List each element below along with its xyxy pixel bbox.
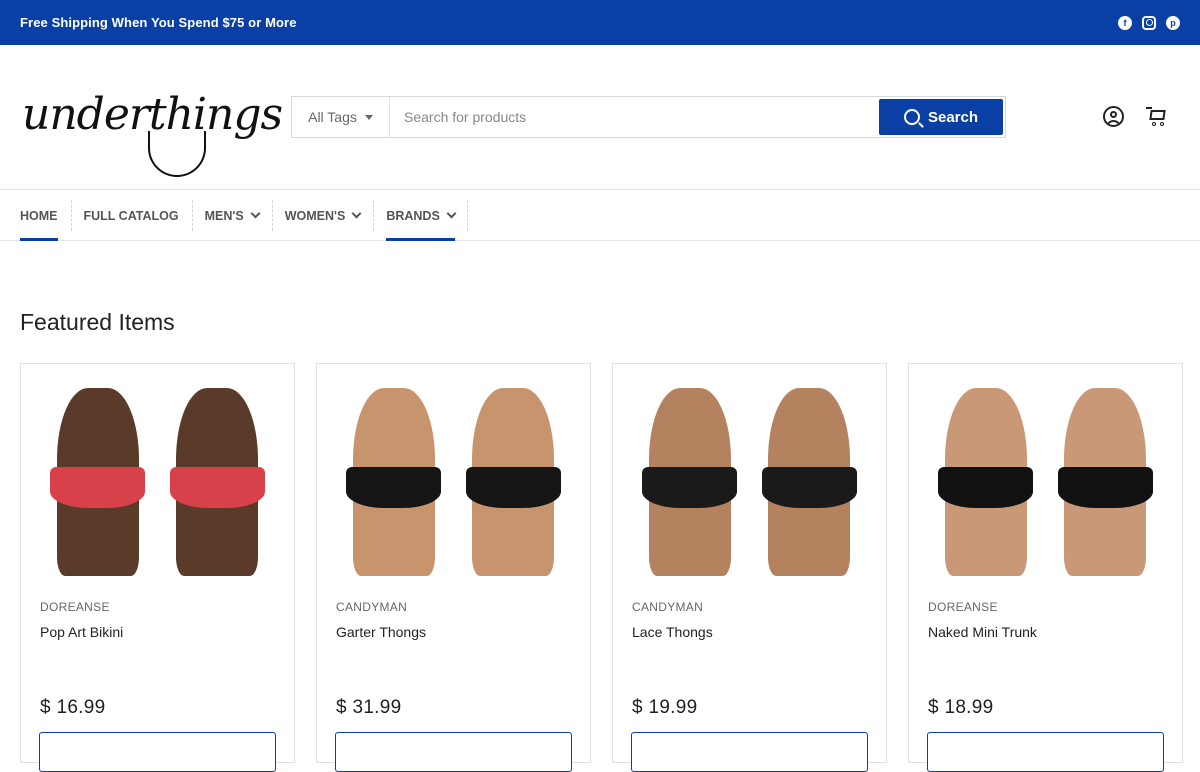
nav-item-mens[interactable]: MEN'S	[191, 190, 272, 241]
nav-item-brands[interactable]: BRANDS	[373, 190, 469, 241]
product-image[interactable]	[337, 388, 570, 576]
nav-label: FULL CATALOG	[83, 208, 179, 223]
site-header: underthings All Tags Search	[0, 45, 1200, 190]
add-to-cart-button[interactable]	[631, 732, 868, 772]
active-indicator	[20, 238, 58, 241]
main-nav: HOME FULL CATALOG MEN'S WOMEN'S BRANDS	[0, 190, 1200, 241]
search-icon	[903, 109, 920, 125]
tags-select[interactable]: All Tags	[292, 97, 390, 137]
facebook-icon[interactable]: f	[1118, 15, 1132, 30]
product-grid: DOREANSE Pop Art Bikini $ 16.99 CANDYMAN…	[20, 363, 1183, 772]
section-title: Featured Items	[20, 309, 175, 335]
product-photo-back	[752, 388, 866, 576]
product-name[interactable]: Garter Thongs	[336, 624, 426, 640]
account-icon[interactable]	[1103, 106, 1124, 127]
nav-item-full-catalog[interactable]: FULL CATALOG	[70, 190, 192, 241]
add-to-cart-button[interactable]	[335, 732, 572, 772]
product-name[interactable]: Lace Thongs	[632, 624, 713, 640]
nav-item-womens[interactable]: WOMEN'S	[271, 190, 374, 241]
search-bar: All Tags Search	[291, 96, 1006, 138]
nav-label: HOME	[20, 208, 58, 223]
chevron-down-icon	[351, 208, 362, 219]
product-image[interactable]	[929, 388, 1162, 576]
product-brand[interactable]: CANDYMAN	[336, 600, 407, 614]
chevron-down-icon	[250, 208, 261, 219]
product-card[interactable]: CANDYMAN Garter Thongs $ 31.99	[316, 363, 591, 772]
product-photo-back	[1048, 388, 1162, 576]
product-name[interactable]: Pop Art Bikini	[40, 624, 123, 640]
add-to-cart-button[interactable]	[927, 732, 1164, 772]
nav-label: WOMEN'S	[284, 208, 346, 223]
product-brand[interactable]: DOREANSE	[40, 600, 110, 614]
product-price: $ 31.99	[336, 697, 402, 718]
promo-bar: Free Shipping When You Spend $75 or More…	[0, 0, 1200, 45]
product-photo-front	[41, 388, 155, 576]
cart-icon[interactable]	[1146, 107, 1168, 127]
product-brand[interactable]: DOREANSE	[928, 600, 998, 614]
nav-label: BRANDS	[386, 208, 440, 223]
product-price: $ 18.99	[928, 697, 994, 718]
product-photo-front	[337, 388, 451, 576]
add-to-cart-button[interactable]	[39, 732, 276, 772]
site-logo[interactable]: underthings	[20, 59, 283, 179]
product-card[interactable]: DOREANSE Naked Mini Trunk $ 18.99	[908, 363, 1183, 772]
product-photo-front	[633, 388, 747, 576]
product-image[interactable]	[633, 388, 866, 576]
nav-label: MEN'S	[204, 208, 244, 223]
search-button[interactable]: Search	[879, 99, 1003, 135]
search-input[interactable]	[390, 97, 879, 137]
product-photo-back	[456, 388, 570, 576]
logo-flourish	[148, 131, 206, 177]
product-brand[interactable]: CANDYMAN	[632, 600, 703, 614]
product-photo-back	[160, 388, 274, 576]
search-button-label: Search	[927, 108, 979, 126]
instagram-icon[interactable]	[1142, 15, 1156, 30]
pinterest-icon[interactable]: p	[1166, 15, 1180, 30]
active-indicator	[386, 238, 455, 241]
caret-down-icon	[364, 114, 373, 120]
product-price: $ 19.99	[632, 697, 698, 718]
product-image[interactable]	[41, 388, 274, 576]
tags-select-label: All Tags	[308, 109, 357, 125]
product-name[interactable]: Naked Mini Trunk	[928, 624, 1037, 640]
product-photo-front	[929, 388, 1043, 576]
product-card[interactable]: DOREANSE Pop Art Bikini $ 16.99	[20, 363, 295, 772]
product-price: $ 16.99	[40, 697, 106, 718]
promo-text: Free Shipping When You Spend $75 or More	[20, 15, 297, 30]
chevron-down-icon	[446, 208, 457, 219]
social-links: f p	[1118, 15, 1180, 30]
nav-item-home[interactable]: HOME	[20, 190, 71, 241]
product-card[interactable]: CANDYMAN Lace Thongs $ 19.99	[612, 363, 887, 772]
